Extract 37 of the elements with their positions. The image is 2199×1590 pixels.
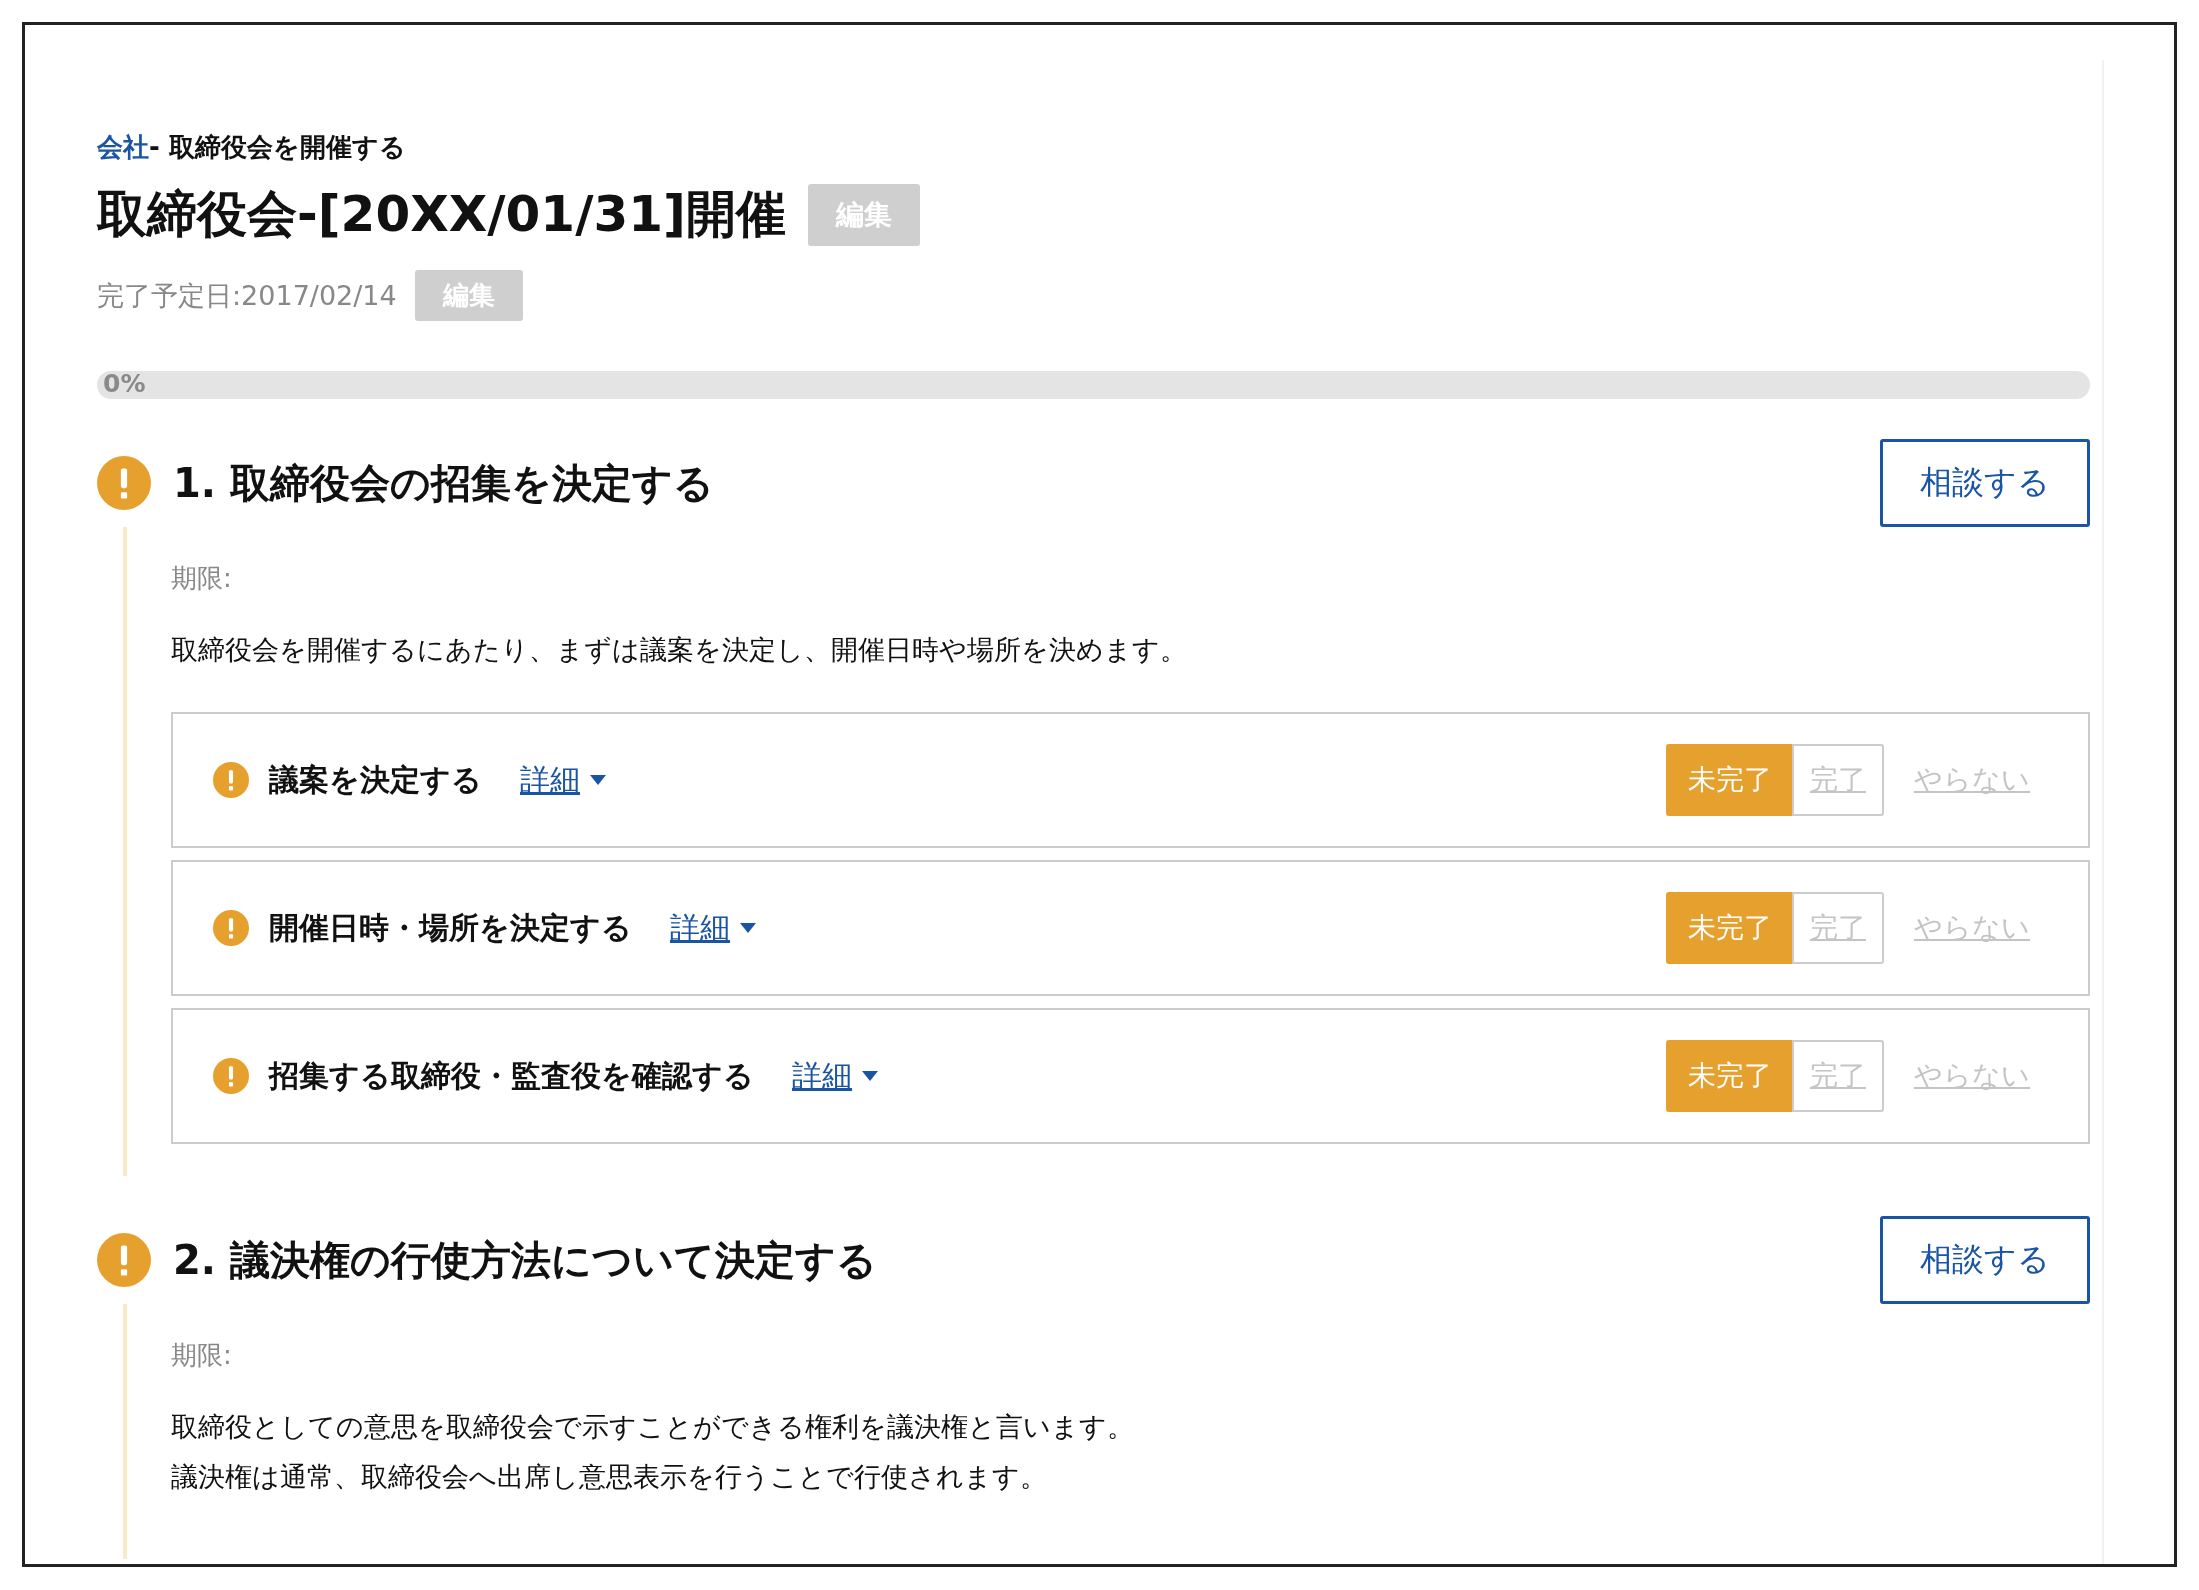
task-title: 議案を決定する [269,760,482,799]
description-text: 議決権は通常、取締役会へ出席し意思表示を行うことで行使されます。 [171,1460,1048,1494]
caret-icon [590,775,606,785]
detail-link[interactable]: 詳細 [520,759,580,801]
description-text: 取締役としての意思を取締役会で示すことができる権利を議決権と言います。 [171,1410,1135,1444]
detail-link[interactable]: 詳細 [792,1055,852,1097]
progress-reading: 0% [103,371,146,398]
description-text: 取締役会を開催するにあたり、まずは議案を決定し、開催日時や場所を決めます。 [171,633,1188,667]
section-heading: 2. 議決権の行使方法について決定する [173,1235,878,1285]
status-toggle[interactable]: 未完了 [1666,892,1792,964]
consult-button[interactable]: 相談する [1880,1216,2090,1304]
status-toggle[interactable]: 完了 [1792,744,1884,816]
breadcrumb-text: - 取締役会を開催する [149,132,406,162]
warning-icon [213,910,249,946]
skip-link[interactable]: やらない [1914,761,2030,799]
warning-icon [213,1058,249,1094]
warning-icon [97,456,151,510]
status-toggle[interactable]: 完了 [1792,892,1884,964]
caret-icon [740,923,756,933]
task-title: 開催日時・場所を決定する [269,908,632,947]
warning-icon [213,762,249,798]
breadcrumb-link[interactable]: 会社 [97,132,149,162]
skip-link[interactable]: やらない [1914,1057,2030,1095]
status-toggle[interactable]: 未完了 [1666,744,1792,816]
deadline-label: 期限: [171,1339,233,1372]
status-toggle[interactable]: 完了 [1792,1040,1884,1112]
page-title: 取締役会-[20XX/01/31]開催 [97,184,786,245]
task-title: 招集する取締役・監査役を確認する [269,1056,754,1095]
deadline-label: 期限: [171,562,233,595]
skip-link[interactable]: やらない [1914,909,2030,947]
caret-icon [862,1071,878,1081]
section-heading: 1. 取締役会の招集を決定する [173,458,715,508]
detail-link[interactable]: 詳細 [670,907,730,949]
consult-button[interactable]: 相談する [1880,439,2090,527]
status-toggle[interactable]: 未完了 [1666,1040,1792,1112]
warning-icon [97,1233,151,1287]
due-date: 完了予定日:2017/02/14 [97,278,397,313]
